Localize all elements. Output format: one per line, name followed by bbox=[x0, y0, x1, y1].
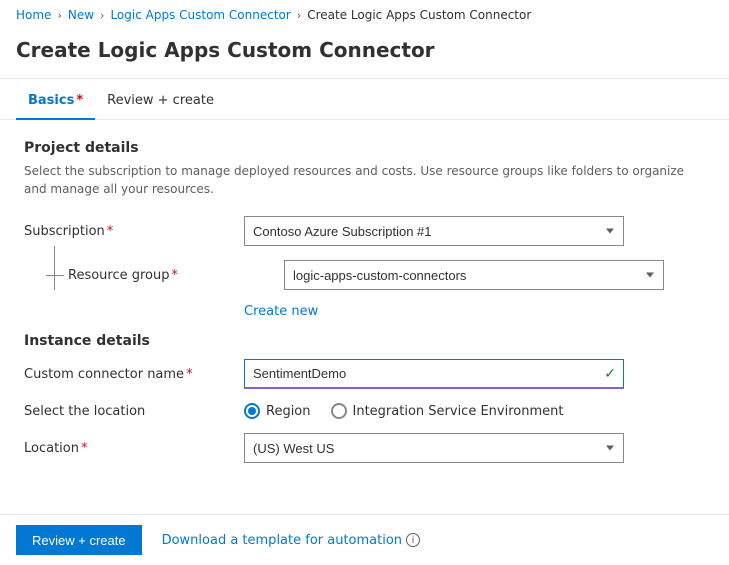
radio-ise-outer bbox=[331, 403, 347, 419]
resource-group-label: Resource group* bbox=[68, 268, 248, 283]
instance-details-title: Instance details bbox=[24, 333, 705, 349]
breadcrumb-home[interactable]: Home bbox=[16, 8, 51, 22]
location-select-wrapper: (US) West US bbox=[244, 433, 624, 463]
location-type-control: Region Integration Service Environment bbox=[244, 403, 624, 419]
connector-name-row: Custom connector name* bbox=[24, 359, 705, 389]
location-radio-group: Region Integration Service Environment bbox=[244, 403, 624, 419]
breadcrumb-connector[interactable]: Logic Apps Custom Connector bbox=[110, 8, 290, 22]
resource-group-label-wrap: Resource group* bbox=[64, 268, 284, 283]
location-control: (US) West US bbox=[244, 433, 624, 463]
subscription-select[interactable]: Contoso Azure Subscription #1 bbox=[244, 216, 624, 246]
divider-top bbox=[0, 78, 729, 79]
radio-region[interactable]: Region bbox=[244, 403, 311, 419]
connector-name-label: Custom connector name* bbox=[24, 367, 244, 382]
radio-region-outer bbox=[244, 403, 260, 419]
resource-group-select-wrapper: logic-apps-custom-connectors bbox=[284, 260, 664, 290]
tab-basics[interactable]: Basics* bbox=[16, 83, 95, 120]
footer: Review + create Download a template for … bbox=[0, 514, 729, 565]
breadcrumb-new[interactable]: New bbox=[68, 8, 94, 22]
radio-region-label: Region bbox=[266, 404, 311, 419]
create-new-link[interactable]: Create new bbox=[244, 304, 705, 319]
location-label: Location* bbox=[24, 441, 244, 456]
review-create-button[interactable]: Review + create bbox=[16, 525, 142, 555]
tab-review-create[interactable]: Review + create bbox=[95, 83, 226, 120]
location-type-row: Select the location Region Integration S… bbox=[24, 403, 705, 419]
radio-region-inner bbox=[248, 407, 256, 415]
subscription-label: Subscription* bbox=[24, 224, 244, 239]
radio-ise-label: Integration Service Environment bbox=[353, 404, 564, 419]
location-type-label: Select the location bbox=[24, 404, 244, 419]
connector-name-control bbox=[244, 359, 624, 389]
tab-bar: Basics* Review + create bbox=[0, 83, 729, 120]
breadcrumb-sep-1: › bbox=[57, 9, 61, 22]
subscription-control: Contoso Azure Subscription #1 bbox=[244, 216, 624, 246]
info-icon: i bbox=[406, 533, 420, 547]
subscription-row: Subscription* Contoso Azure Subscription… bbox=[24, 216, 705, 246]
form-content: Project details Select the subscription … bbox=[0, 120, 729, 497]
automation-template-link[interactable]: Download a template for automation i bbox=[162, 533, 420, 548]
connector-name-input[interactable] bbox=[244, 359, 624, 389]
radio-ise[interactable]: Integration Service Environment bbox=[331, 403, 564, 419]
resource-group-control: logic-apps-custom-connectors bbox=[284, 260, 664, 290]
breadcrumb-sep-3: › bbox=[297, 9, 301, 22]
project-details-title: Project details bbox=[24, 140, 705, 156]
resource-group-select[interactable]: logic-apps-custom-connectors bbox=[284, 260, 664, 290]
resource-group-row: Resource group* logic-apps-custom-connec… bbox=[24, 260, 705, 290]
page-title: Create Logic Apps Custom Connector bbox=[0, 30, 729, 78]
breadcrumb-current: Create Logic Apps Custom Connector bbox=[307, 8, 531, 22]
basics-required-star: * bbox=[76, 93, 83, 108]
project-details-desc: Select the subscription to manage deploy… bbox=[24, 162, 705, 198]
resource-indent-line bbox=[46, 275, 64, 276]
location-row: Location* (US) West US bbox=[24, 433, 705, 463]
subscription-select-wrapper: Contoso Azure Subscription #1 bbox=[244, 216, 624, 246]
location-select[interactable]: (US) West US bbox=[244, 433, 624, 463]
breadcrumb-sep-2: › bbox=[100, 9, 104, 22]
breadcrumb: Home › New › Logic Apps Custom Connector… bbox=[0, 0, 729, 30]
